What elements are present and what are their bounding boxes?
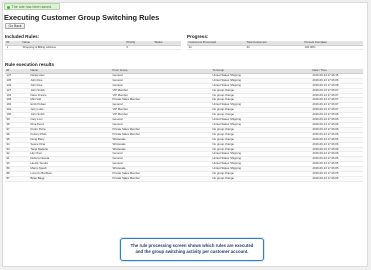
included-rules-table: ID Name Priority Status 1 Shopping & Billing… [5, 41, 181, 51]
progress-table: Customers Processed Total Customers Percen… [187, 41, 363, 51]
included_rules-cell [153, 45, 181, 51]
go-back-button[interactable]: Go Back [5, 23, 25, 29]
included_rules-cell: Shopping & Billing Address [21, 45, 125, 51]
progress-cell: 44 [245, 45, 303, 51]
results-cell: No group change [211, 176, 311, 182]
table-row: 44 44 100.00% [187, 45, 363, 51]
info-callout: The rule processing screen shows which r… [120, 238, 264, 261]
results-title: Rule execution results [5, 62, 55, 67]
results-cell: 87 [5, 176, 29, 182]
progress-cell: 44 [187, 45, 245, 51]
results-cell: 2016-06-13 17:26:05 [311, 176, 363, 182]
included-rules-title: Included Rules: [5, 34, 40, 39]
included_rules-cell: 1 [5, 45, 21, 51]
table-row: 1 Shopping & Billing Address 0 [5, 45, 181, 51]
success-alert: The rule has been saved. [4, 3, 60, 10]
callout-line-2: and the group switching activity per cus… [135, 248, 249, 254]
table-row: 87 Brian Bagg Private Sales Member No group… [5, 176, 363, 182]
included_rules-cell: 0 [125, 45, 153, 51]
results-cell: Brian Bagg [29, 176, 111, 182]
success-check-icon [7, 5, 10, 9]
results-table: ID Name From Group To Group Date / Time 137 D… [5, 69, 363, 182]
progress-title: Progress: [187, 34, 209, 39]
progress-cell: 100.00% [303, 45, 363, 51]
success-message: The rule has been saved. [11, 5, 53, 9]
callout-line-1: The rule processing screen shows which r… [130, 243, 254, 248]
page-title: Executing Customer Group Switching Rules [4, 13, 160, 22]
results-cell: Private Sales Member [111, 176, 211, 182]
